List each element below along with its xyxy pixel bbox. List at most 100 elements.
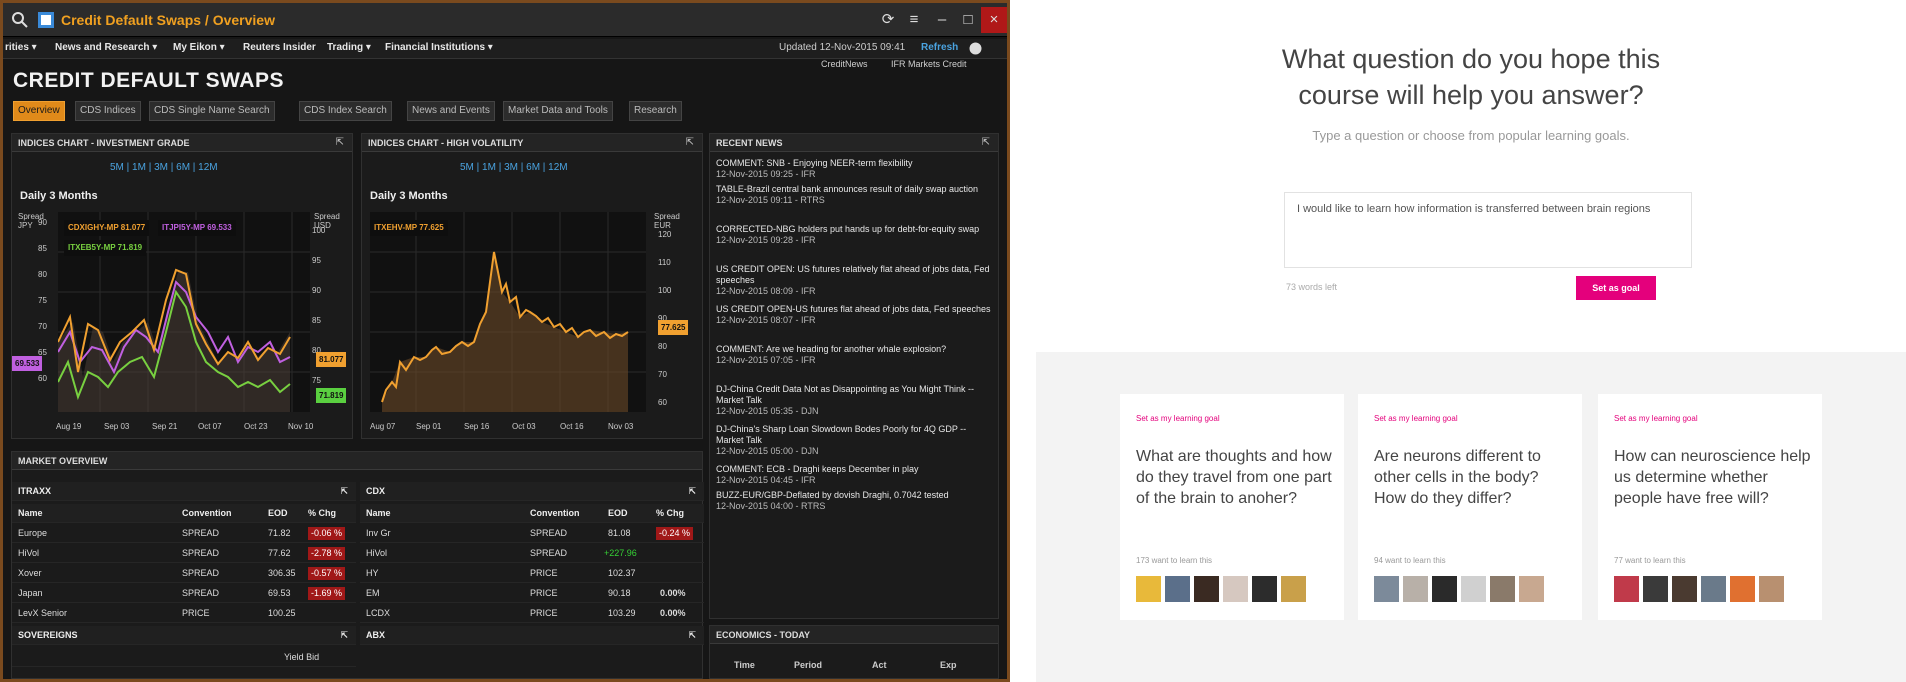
menu-item-trading[interactable]: Trading ▾ [327,42,371,53]
menu-item-my-eikon[interactable]: My Eikon ▾ [173,42,225,53]
row-eod: 69.53 [268,588,291,598]
menu-item-reuters-insider[interactable]: Reuters Insider [243,42,316,53]
news-date: 12-Nov-2015 04:00 - RTRS [716,501,826,511]
pin-icon[interactable]: ⇱ [688,482,696,501]
news-date: 12-Nov-2015 05:35 - DJN [716,406,819,416]
help-icon[interactable] [969,42,982,55]
value-flag: 77.625 [658,320,689,335]
news-date: 12-Nov-2015 08:09 - IFR [716,286,816,296]
legend-itxeb5y: ITXEB5Y-MP 71.819 [64,240,147,256]
set-goal-link[interactable]: Set as my learning goal [1614,414,1698,423]
news-item[interactable]: TABLE-Brazil central bank announces resu… [710,184,998,206]
y-tick: 100 [312,226,326,235]
close-button[interactable]: × [981,7,1007,33]
period-selector[interactable]: 5M | 1M | 3M | 6M | 12M [110,162,218,173]
row-change: -0.57 % [308,567,346,580]
y-tick: 85 [312,316,321,325]
news-item[interactable]: COMMENT: SNB - Enjoying NEER-term flexib… [710,158,998,180]
col-header: EOD [268,508,288,518]
menu-item-news-research[interactable]: News and Research ▾ [55,42,157,53]
col-header: Period [794,660,823,670]
news-item[interactable]: US CREDIT OPEN-US futures flat ahead of … [710,304,998,326]
news-item[interactable]: BUZZ-EUR/GBP-Deflated by dovish Draghi, … [710,490,998,512]
table-row[interactable]: HiVol SPREAD +227.96 [360,544,704,563]
menu-item-financial-institutions[interactable]: Financial Institutions ▾ [385,42,493,53]
set-goal-link[interactable]: Set as my learning goal [1136,414,1220,423]
news-item[interactable]: US CREDIT OPEN: US futures relatively fl… [710,264,998,297]
table-row[interactable]: Inv Gr SPREAD 81.08 -0.24 % [360,524,704,543]
panel-title: INDICES CHART - HIGH VOLATILITY [362,134,702,152]
x-tick: Aug 19 [56,422,82,431]
chart-subtitle: Daily 3 Months [370,190,448,202]
goal-card[interactable]: Set as my learning goal How can neurosci… [1598,394,1822,620]
economics-panel: ECONOMICS - TODAY Time Period Act Exp [709,625,999,679]
table-row[interactable]: Europe SPREAD 71.82 -0.06 % [12,524,356,543]
tab-cds-single-name-search[interactable]: CDS Single Name Search [149,101,275,121]
table-row[interactable]: LCDX PRICE 103.29 0.00% [360,604,704,623]
news-item[interactable]: DJ-China Credit Data Not as Disappointin… [710,384,998,417]
legend-cdxighy: CDXIGHY-MP 81.077 [64,220,150,236]
news-item[interactable]: CORRECTED-NBG holders put hands up for d… [710,224,998,246]
menu-item-commodities[interactable]: rities ▾ [5,42,37,53]
avatar [1643,576,1668,602]
table-title: ABX [366,630,386,640]
question-heading-line-2: course will help you answer? [1298,80,1644,110]
table-row[interactable]: HiVol SPREAD 77.62 -2.78 % [12,544,356,563]
tab-research[interactable]: Research [629,101,682,121]
avatar [1701,576,1726,602]
y-tick: 90 [38,218,47,227]
row-convention: PRICE [182,608,210,618]
table-row[interactable]: EM PRICE 90.18 0.00% [360,584,704,603]
source-creditnews[interactable]: CreditNews [821,59,868,69]
menu-icon[interactable]: ≡ [901,7,927,33]
goal-card[interactable]: Set as my learning goal Are neurons diff… [1358,394,1582,620]
row-eod: 77.62 [268,548,291,558]
tab-cds-indices[interactable]: CDS Indices [75,101,141,121]
y-tick: 85 [38,244,47,253]
question-input[interactable]: I would like to learn how information is… [1284,192,1692,268]
set-as-goal-button[interactable]: Set as goal [1576,276,1656,300]
tab-cds-index-search[interactable]: CDS Index Search [299,101,392,121]
table-title-row: CDX ⇱ [360,482,704,501]
row-convention: SPREAD [182,588,220,598]
market-overview-panel: MARKET OVERVIEW ITRAXX ⇱ Name Convention EO… [11,451,704,679]
search-icon[interactable] [11,11,29,29]
news-headline: BUZZ-EUR/GBP-Deflated by dovish Draghi, … [716,490,949,500]
refresh-link[interactable]: Refresh [921,42,958,53]
news-date: 12-Nov-2015 09:25 - IFR [716,169,816,179]
avatar [1165,576,1190,602]
source-ifr[interactable]: IFR Markets Credit [891,59,967,69]
tab-overview[interactable]: Overview [13,101,65,121]
news-headline: COMMENT: ECB - Draghi keeps December in … [716,464,919,474]
refresh-icon[interactable]: ⟳ [875,7,901,33]
page-title: CREDIT DEFAULT SWAPS [13,69,284,92]
pin-icon[interactable]: ⇱ [340,626,348,645]
pin-icon[interactable]: ⇱ [982,137,990,148]
period-selector[interactable]: 5M | 1M | 3M | 6M | 12M [460,162,568,173]
tab-news-events[interactable]: News and Events [407,101,495,121]
avatar [1374,576,1399,602]
avatar [1461,576,1486,602]
maximize-button[interactable]: □ [955,7,981,33]
avatar [1759,576,1784,602]
news-headline: COMMENT: SNB - Enjoying NEER-term flexib… [716,158,913,168]
table-row[interactable]: LevX Senior PRICE 100.25 [12,604,356,623]
minimize-button[interactable]: – [929,7,955,33]
goal-card[interactable]: Set as my learning goal What are thought… [1120,394,1344,620]
tab-market-data-tools[interactable]: Market Data and Tools [503,101,613,121]
window-title: Credit Default Swaps / Overview [61,12,275,28]
table-row[interactable]: Japan SPREAD 69.53 -1.69 % [12,584,356,603]
table-row[interactable]: Xover SPREAD 306.35 -0.57 % [12,564,356,583]
news-item[interactable]: COMMENT: Are we heading for another whal… [710,344,998,366]
pin-icon[interactable]: ⇱ [686,137,694,148]
row-change: -2.78 % [308,547,346,560]
news-item[interactable]: DJ-China's Sharp Loan Slowdown Bodes Poo… [710,424,998,457]
pin-icon[interactable]: ⇱ [688,626,696,645]
set-goal-link[interactable]: Set as my learning goal [1374,414,1458,423]
pin-icon[interactable]: ⇱ [340,482,348,501]
pin-icon[interactable]: ⇱ [336,137,344,148]
table-row[interactable]: HY PRICE 102.37 [360,564,704,583]
news-item[interactable]: COMMENT: ECB - Draghi keeps December in … [710,464,998,486]
avatar [1614,576,1639,602]
table-header: Yield Bid [12,648,356,667]
